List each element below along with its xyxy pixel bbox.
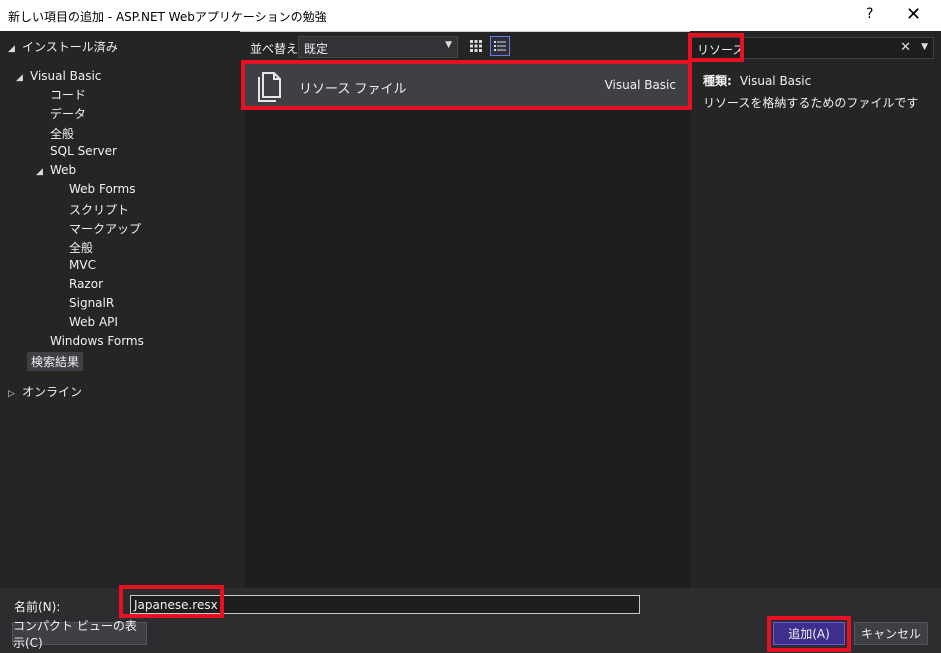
tree-node-sql-server[interactable]: SQL Server	[50, 144, 117, 158]
tree-node-web-forms[interactable]: Web Forms	[69, 182, 135, 196]
add-button[interactable]: 追加(A)	[773, 622, 845, 645]
template-language: Visual Basic	[604, 78, 676, 92]
collapsed-arrow-icon: ▷	[8, 389, 15, 399]
name-field[interactable]: Japanese.resx	[130, 595, 640, 614]
compact-view-button[interactable]: コンパクト ビューの表示(C)	[12, 619, 147, 650]
sort-value: 既定	[304, 42, 329, 56]
expanded-arrow-icon: ◢	[8, 44, 15, 54]
tree-node-markup[interactable]: マークアップ	[69, 220, 141, 237]
window-title: 新しい項目の追加 - ASP.NET Webアプリケーションの勉強	[8, 10, 327, 24]
expanded-arrow-icon: ◢	[36, 167, 43, 177]
tree-node-visual-basic[interactable]: ◢ Visual Basic	[16, 69, 101, 83]
tree-node-signalr[interactable]: SignalR	[69, 296, 114, 310]
sort-label: 並べ替え:	[250, 42, 303, 56]
template-name: リソース ファイル	[299, 82, 407, 97]
sort-dropdown[interactable]: 既定 ▼	[298, 36, 458, 58]
detail-type: 種類: Visual Basic	[703, 72, 811, 89]
cancel-button[interactable]: キャンセル	[854, 622, 928, 645]
tree-node-code[interactable]: コード	[50, 86, 86, 103]
file-icon	[258, 72, 281, 102]
grid-view-icon	[470, 40, 482, 52]
list-view-button[interactable]	[490, 36, 510, 56]
tree-node-razor[interactable]: Razor	[69, 277, 103, 291]
template-list: リソース ファイル Visual Basic	[245, 62, 690, 588]
clear-search-icon[interactable]: ✕	[900, 40, 911, 55]
tree-node-search-results[interactable]: 検索結果	[27, 352, 84, 371]
grid-view-button[interactable]	[466, 36, 486, 56]
detail-type-value: Visual Basic	[739, 74, 812, 88]
tree-node-general[interactable]: 全般	[50, 125, 74, 142]
name-label: 名前(N):	[14, 600, 61, 614]
chevron-down-icon[interactable]: ▼	[921, 42, 928, 52]
tree-node-installed[interactable]: ◢ インストール済み	[8, 38, 118, 55]
expanded-arrow-icon: ◢	[16, 73, 23, 83]
tree-node-mvc[interactable]: MVC	[69, 258, 96, 272]
help-button[interactable]: ?	[866, 6, 873, 22]
tree-node-script[interactable]: スクリプト	[69, 201, 129, 218]
chevron-down-icon: ▼	[445, 40, 452, 50]
name-value: Japanese.resx	[134, 598, 218, 612]
template-panel: 並べ替え: 既定 ▼ リソース ファイル Visual Basic	[240, 31, 690, 588]
search-value: リソース	[697, 43, 745, 57]
template-item-resource-file[interactable]: リソース ファイル Visual Basic	[245, 64, 690, 108]
list-view-icon	[494, 41, 506, 51]
tree-node-web[interactable]: ◢ Web	[36, 163, 76, 177]
search-input[interactable]: リソース ✕ ▼	[690, 37, 934, 59]
tree-node-online[interactable]: ▷ オンライン	[8, 383, 82, 400]
bottom-bar: 名前(N): Japanese.resx コンパクト ビューの表示(C) 追加(…	[0, 588, 941, 653]
detail-description: リソースを格納するためのファイルです	[703, 96, 919, 110]
detail-type-label: 種類:	[703, 74, 732, 88]
tree-node-web-general[interactable]: 全般	[69, 239, 93, 256]
details-panel: リソース ✕ ▼ 種類: Visual Basic リソースを格納するためのファイ…	[690, 31, 941, 588]
tree-node-web-api[interactable]: Web API	[69, 315, 118, 329]
category-tree: ◢ インストール済み ◢ Visual Basic コード データ 全般 SQL S…	[0, 31, 240, 588]
close-button[interactable]: ✕	[906, 4, 921, 25]
title-bar: 新しい項目の追加 - ASP.NET Webアプリケーションの勉強 ? ✕	[0, 0, 941, 32]
tree-node-data[interactable]: データ	[50, 105, 86, 122]
tree-node-windows-forms[interactable]: Windows Forms	[50, 334, 144, 348]
